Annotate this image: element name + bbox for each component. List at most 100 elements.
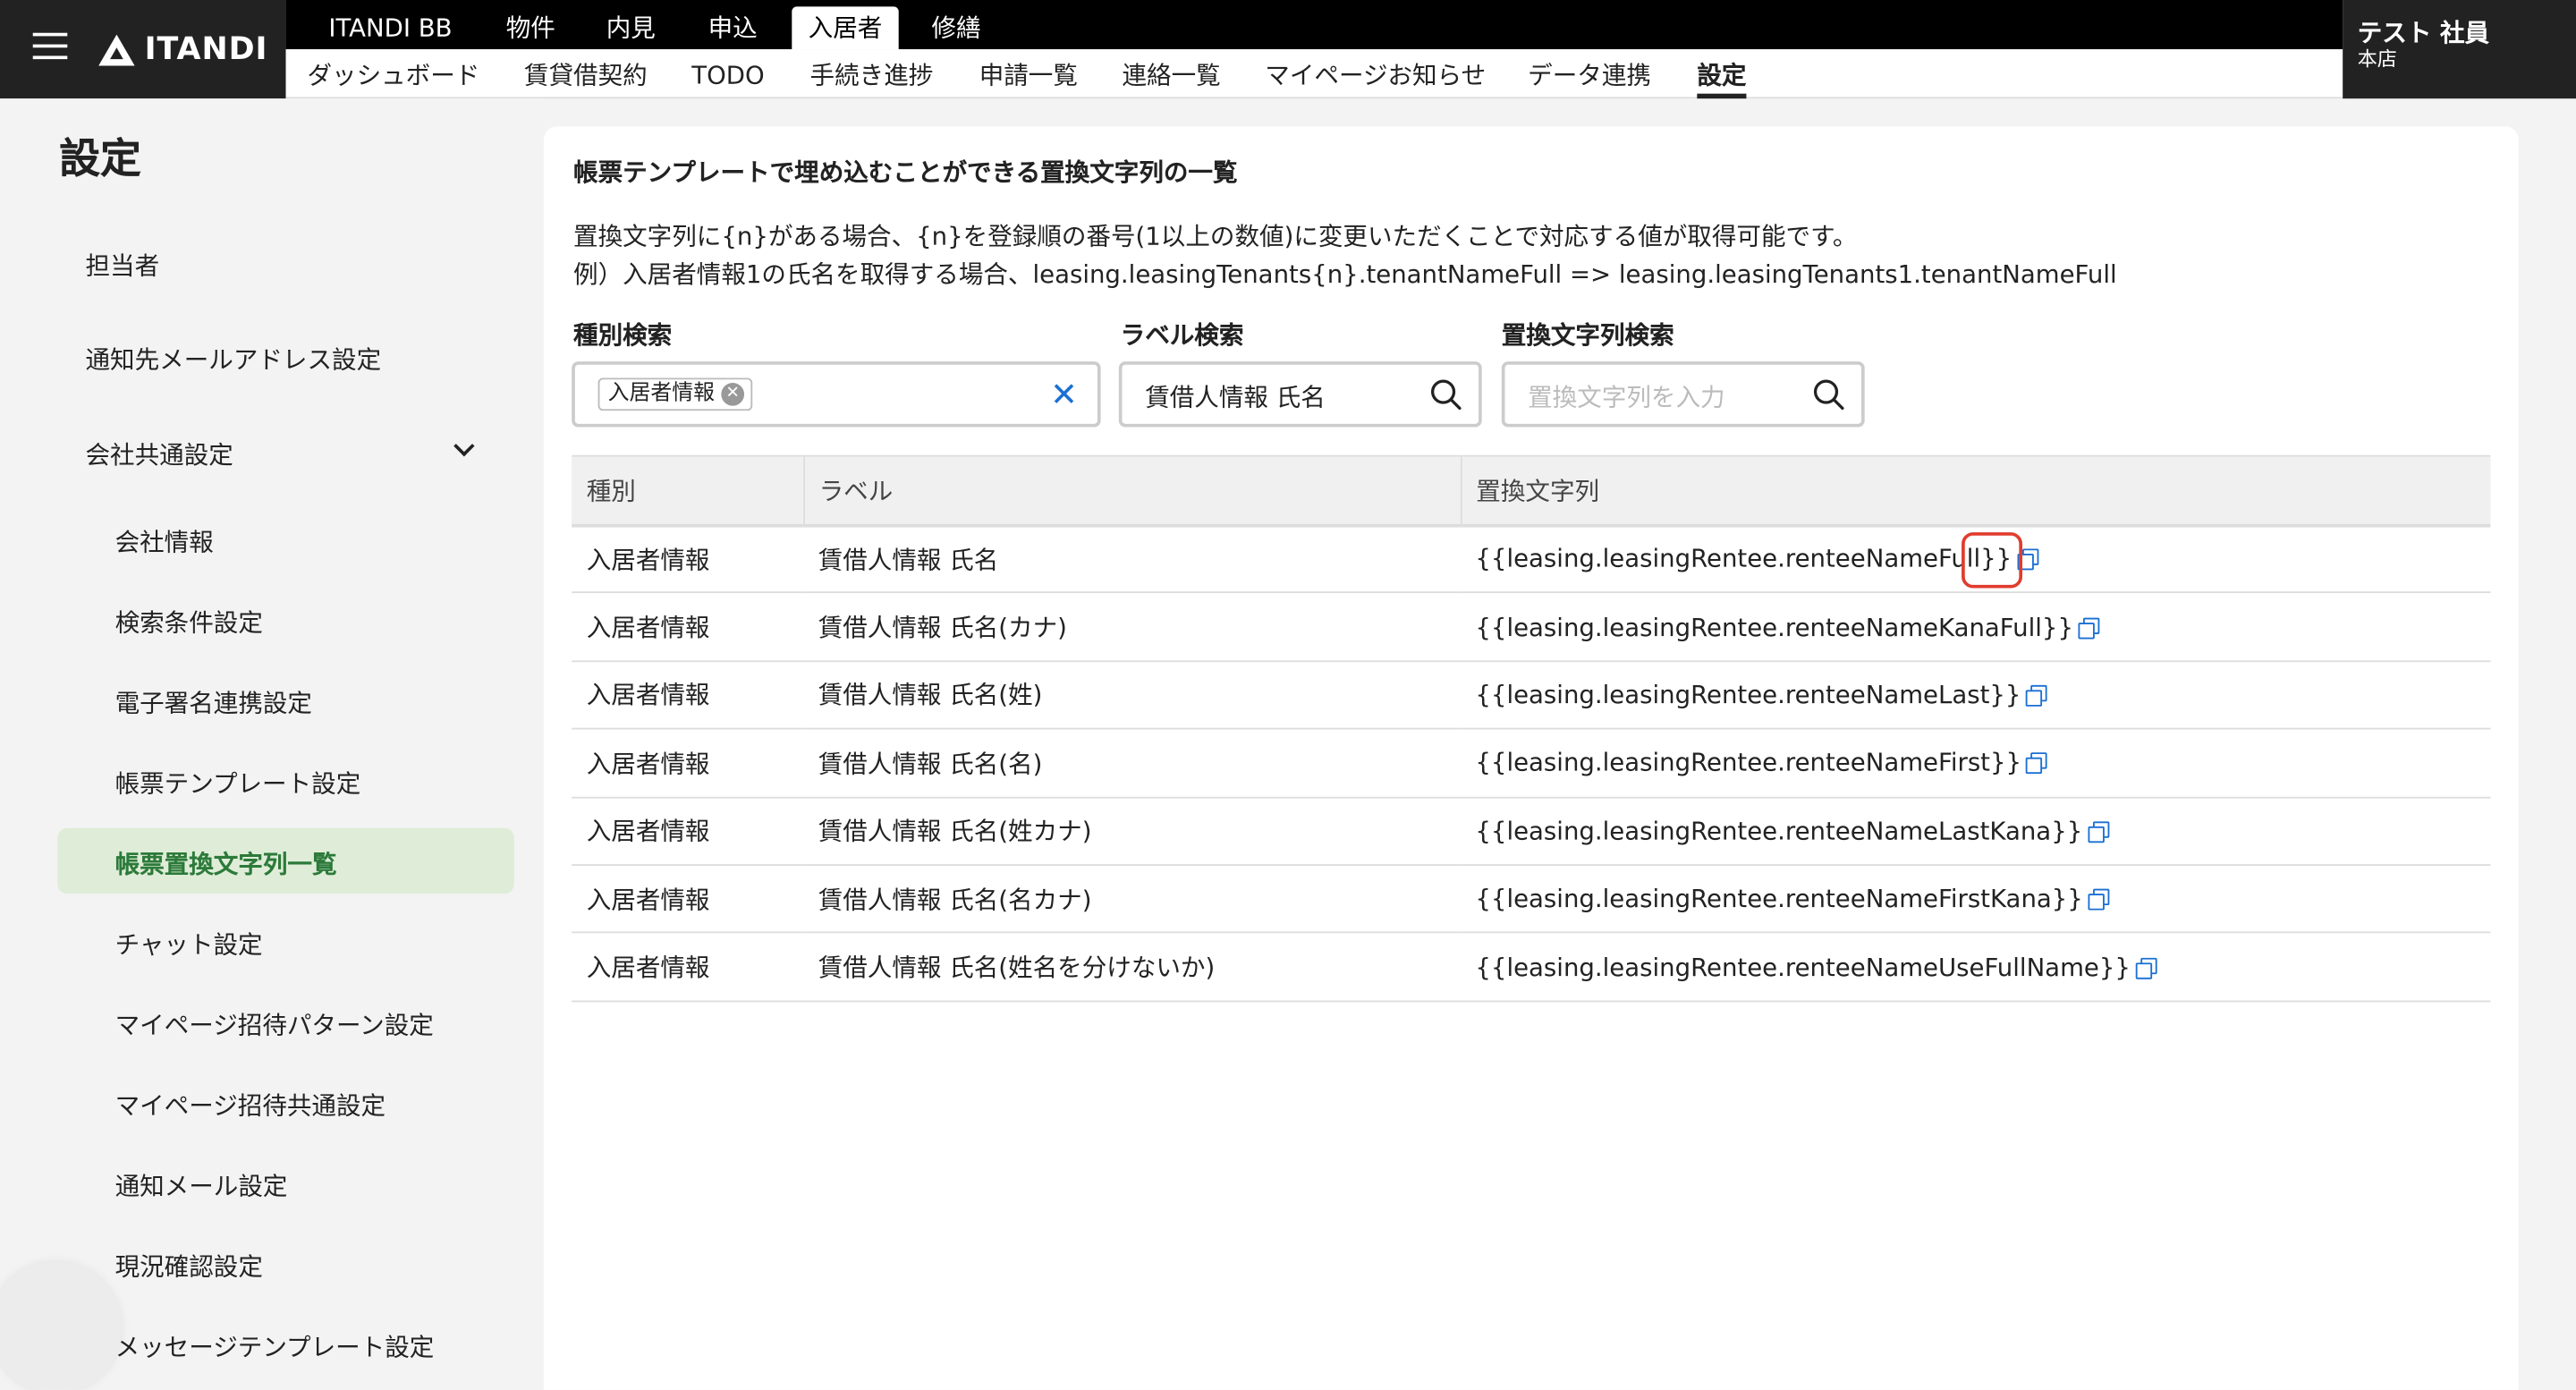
replace-filter-label: 置換文字列検索 (1501, 320, 1674, 351)
replacement-string: {{leasing.leasingRentee.renteeNameFirstK… (1475, 884, 2083, 914)
top-nav: ITANDI BB 物件 内見 申込 入居者 修繕 (285, 0, 2343, 50)
sidebar-subitem-status-check[interactable]: 現況確認設定 (115, 1249, 263, 1284)
header-brand-area: ITANDI (0, 0, 286, 99)
subtab-lease-contract[interactable]: 賃貸借契約 (524, 55, 648, 98)
sidebar-subitem-message-template[interactable]: メッセージテンプレート設定 (115, 1329, 435, 1364)
replace-string-search-input[interactable]: 置換文字列を入力 (1501, 361, 1865, 428)
sidebar-item-company-common[interactable]: 会社共通設定 (86, 437, 233, 472)
cell-label: 賃借人情報 氏名(カナ) (803, 592, 1461, 662)
copy-icon[interactable] (2088, 888, 2110, 911)
copy-icon[interactable] (2135, 956, 2157, 979)
app-root: ITANDI ITANDI BB 物件 内見 申込 入居者 修繕 ダッシュボード… (0, 0, 2576, 1390)
tab-tenant[interactable]: 入居者 (792, 6, 899, 50)
replace-string-placeholder: 置換文字列を入力 (1528, 382, 1725, 413)
sidebar-item-notification-email[interactable]: 通知先メールアドレス設定 (86, 342, 382, 377)
table-row: 入居者情報 賃借人情報 氏名(名) {{leasing.leasingRente… (572, 728, 2491, 798)
cell-label: 賃借人情報 氏名(名) (803, 728, 1461, 798)
tab-itandi-bb[interactable]: ITANDI BB (312, 6, 469, 49)
cell-label: 賃借人情報 氏名(名カナ) (803, 864, 1461, 934)
table-row: 入居者情報 賃借人情報 氏名(姓カナ) {{leasing.leasingRen… (572, 796, 2491, 866)
sidebar-subitem-replacement-strings[interactable]: 帳票置換文字列一覧 (115, 846, 337, 881)
column-header-type: 種別 (572, 454, 804, 527)
table-row: 入居者情報 賃借人情報 氏名(カナ) {{leasing.leasingRent… (572, 592, 2491, 662)
cell-replacement: {{leasing.leasingRentee.renteeNameFirst}… (1460, 728, 2491, 798)
subtab-request-list[interactable]: 申請一覧 (979, 55, 1078, 98)
copy-icon[interactable] (2026, 752, 2048, 775)
floating-help-button[interactable] (0, 1261, 122, 1390)
search-icon[interactable] (1429, 377, 1462, 411)
sidebar-subitem-chat[interactable]: チャット設定 (115, 927, 263, 962)
subtab-contact-list[interactable]: 連絡一覧 (1122, 55, 1220, 98)
hamburger-menu-icon[interactable] (32, 32, 68, 63)
copy-icon-highlight-annotation (1962, 532, 2023, 589)
replacement-string: {{leasing.leasingRentee.renteeNameLastKa… (1475, 816, 2083, 846)
copy-icon[interactable] (2087, 820, 2109, 843)
cell-type: 入居者情報 (572, 592, 804, 662)
clear-filter-icon[interactable]: ✕ (1050, 375, 1078, 414)
cell-type: 入居者情報 (572, 932, 804, 1002)
subtab-mypage-notice[interactable]: マイページお知らせ (1265, 55, 1486, 98)
table-row: 入居者情報 賃借人情報 氏名(姓名を分けないか) {{leasing.leasi… (572, 932, 2491, 1002)
search-icon[interactable] (1812, 377, 1845, 411)
type-filter-label: 種別検索 (573, 320, 673, 351)
column-header-replacement: 置換文字列 (1459, 454, 2491, 527)
label-search-value: 賃借人情報 氏名 (1145, 382, 1326, 413)
logo-mark-icon (98, 33, 135, 65)
table-row: 入居者情報 賃借人情報 氏名(名カナ) {{leasing.leasingRen… (572, 864, 2491, 934)
cell-replacement: {{leasing.leasingRentee.renteeNameLast}} (1460, 660, 2491, 730)
subtab-settings[interactable]: 設定 (1697, 55, 1747, 99)
label-search-input[interactable]: 賃借人情報 氏名 (1118, 361, 1482, 428)
itandi-logo[interactable]: ITANDI (98, 26, 267, 72)
description-line-2: 例）入居者情報1の氏名を取得する場合、leasing.leasingTenant… (573, 259, 2117, 290)
sidebar-subitem-esignature[interactable]: 電子署名連携設定 (115, 685, 312, 720)
sidebar-subitem-notification-mail[interactable]: 通知メール設定 (115, 1168, 288, 1203)
sub-nav: ダッシュボード 賃貸借契約 TODO 手続き進捗 申請一覧 連絡一覧 マイページ… (285, 49, 2343, 99)
subtab-todo[interactable]: TODO (691, 55, 764, 98)
tab-application[interactable]: 申込 (691, 6, 774, 49)
sidebar-subitem-mypage-invite-pattern[interactable]: マイページ招待パターン設定 (115, 1007, 434, 1042)
cell-replacement: {{leasing.leasingRentee.renteeNameLastKa… (1460, 796, 2491, 866)
sidebar-item-staff[interactable]: 担当者 (86, 248, 160, 283)
page-title: 設定 (59, 134, 141, 182)
cell-replacement: {{leasing.leasingRentee.renteeNameFirstK… (1460, 864, 2491, 934)
cell-label: 賃借人情報 氏名(姓カナ) (803, 796, 1461, 866)
cell-replacement: {{leasing.leasingRentee.renteeNameKanaFu… (1460, 592, 2491, 662)
replacement-string: {{leasing.leasingRentee.renteeNameFirst}… (1475, 748, 2022, 778)
sidebar-subitem-search-conditions[interactable]: 検索条件設定 (115, 605, 263, 640)
chevron-down-icon[interactable] (453, 435, 475, 457)
tab-viewing[interactable]: 内見 (589, 6, 672, 49)
subtab-procedure-progress[interactable]: 手続き進捗 (810, 55, 934, 98)
type-filter-select[interactable]: 入居者情報 ✕ ✕ (572, 361, 1101, 428)
table-row: 入居者情報 賃借人情報 氏名 {{leasing.leasingRentee.r… (572, 524, 2491, 594)
main-card: 帳票テンプレートで埋め込むことができる置換文字列の一覧 置換文字列に{n}がある… (543, 126, 2519, 1390)
description-line-1: 置換文字列に{n}がある場合、{n}を登録順の番号(1以上の数値)に変更いただく… (573, 221, 1858, 252)
cell-label: 賃借人情報 氏名 (803, 524, 1461, 594)
sidebar-subitem-mypage-invite-common[interactable]: マイページ招待共通設定 (115, 1088, 386, 1123)
copy-icon[interactable] (2078, 616, 2100, 639)
subtab-dashboard[interactable]: ダッシュボード (307, 55, 479, 98)
user-menu[interactable]: テスト 社員 本店 (2343, 0, 2576, 99)
copy-icon[interactable] (2025, 684, 2047, 707)
table-header-row: 種別 ラベル 置換文字列 (572, 454, 2491, 527)
cell-type: 入居者情報 (572, 524, 804, 594)
chip-remove-icon[interactable]: ✕ (721, 382, 745, 406)
cell-label: 賃借人情報 氏名(姓) (803, 660, 1461, 730)
cell-type: 入居者情報 (572, 796, 804, 866)
tab-property[interactable]: 物件 (489, 6, 572, 49)
replacement-strings-table: 種別 ラベル 置換文字列 入居者情報 賃借人情報 氏名 {{leasing.le… (572, 454, 2491, 1002)
cell-type: 入居者情報 (572, 864, 804, 934)
sidebar-subitem-form-template[interactable]: 帳票テンプレート設定 (115, 766, 361, 801)
settings-sidebar: 設定 担当者 通知先メールアドレス設定 会社共通設定 会社情報 検索条件設定 電… (0, 98, 544, 1390)
card-title: 帳票テンプレートで埋め込むことができる置換文字列の一覧 (573, 157, 1238, 188)
sidebar-subitem-company-info[interactable]: 会社情報 (115, 524, 214, 559)
user-name: テスト 社員 (2357, 18, 2490, 48)
subtab-data-integration[interactable]: データ連携 (1528, 55, 1651, 98)
replacement-string: {{leasing.leasingRentee.renteeNameKanaFu… (1475, 612, 2073, 642)
cell-type: 入居者情報 (572, 728, 804, 798)
cell-label: 賃借人情報 氏名(姓名を分けないか) (803, 932, 1461, 1002)
type-filter-chip-label: 入居者情報 (607, 381, 716, 406)
replacement-string: {{leasing.leasingRentee.renteeNameLast}} (1475, 680, 2021, 710)
column-header-label: ラベル (802, 454, 1461, 527)
tab-repair[interactable]: 修繕 (915, 6, 997, 49)
cell-replacement: {{leasing.leasingRentee.renteeNameUseFul… (1460, 932, 2491, 1002)
